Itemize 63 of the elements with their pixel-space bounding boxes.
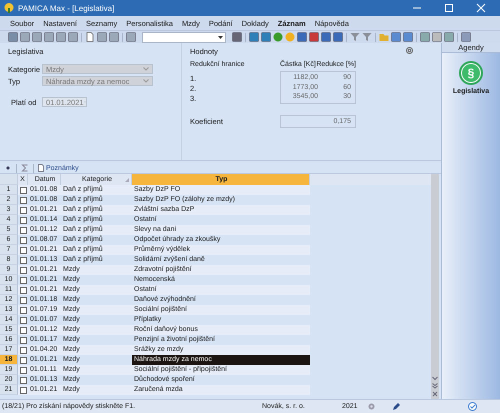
checkbox[interactable]	[20, 236, 26, 244]
checkbox[interactable]	[20, 246, 26, 254]
paragraph-icon: §	[459, 61, 483, 85]
toolbar-square-icon[interactable]	[97, 32, 107, 42]
toolbar-square-icon[interactable]	[420, 32, 430, 42]
toolbar-square-icon[interactable]	[403, 32, 413, 42]
toolbar-square-icon[interactable]	[261, 32, 271, 42]
toolbar-square-icon[interactable]	[297, 32, 307, 42]
toolbar-square-icon[interactable]	[232, 32, 242, 42]
toolbar-square-icon[interactable]	[432, 32, 442, 42]
double-chevron-icon[interactable]	[432, 383, 438, 389]
checkbox[interactable]	[20, 256, 26, 264]
page-icon	[38, 164, 44, 172]
chevron-down-icon[interactable]	[432, 376, 438, 381]
toolbar-square-icon[interactable]	[126, 32, 136, 42]
checkbox[interactable]	[20, 296, 26, 304]
toolbar-square-icon[interactable]	[109, 32, 119, 42]
checkbox[interactable]	[20, 226, 26, 234]
checkbox[interactable]	[20, 266, 26, 274]
toolbar-square-icon[interactable]	[461, 32, 471, 42]
toolbar-dropdown[interactable]	[142, 32, 226, 42]
toolbar-square-icon[interactable]	[32, 32, 42, 42]
checkbox[interactable]	[20, 316, 26, 324]
check-circle-icon[interactable]	[468, 402, 477, 411]
checkbox[interactable]	[20, 366, 26, 374]
checkbox[interactable]	[20, 186, 26, 194]
toolbar-square-icon[interactable]	[56, 32, 66, 42]
toolbar-square-icon[interactable]	[249, 32, 259, 42]
chevron-down-icon	[143, 79, 149, 83]
toolbar-square-icon[interactable]	[391, 32, 401, 42]
checkbox[interactable]	[20, 356, 26, 364]
tree-logo-icon	[4, 3, 14, 13]
sum-icon[interactable]	[21, 164, 29, 172]
toolbar-square-icon[interactable]	[68, 32, 78, 42]
scrollbar[interactable]	[431, 174, 439, 399]
checkbox[interactable]	[20, 216, 26, 224]
toolbar-square-icon[interactable]	[309, 32, 319, 42]
gear-icon[interactable]	[368, 403, 375, 410]
toolbar-square-icon[interactable]	[333, 32, 343, 42]
caret-icon	[218, 36, 223, 38]
checkbox[interactable]	[20, 276, 26, 284]
toolbar-square-icon[interactable]	[20, 32, 30, 42]
pen-icon[interactable]	[392, 402, 400, 410]
chevron-down-icon	[143, 67, 149, 71]
toolbar-square-icon[interactable]	[444, 32, 454, 42]
checkbox[interactable]	[20, 386, 26, 394]
checkbox[interactable]	[20, 376, 26, 384]
checkbox[interactable]	[20, 286, 26, 294]
checkbox[interactable]	[20, 196, 26, 204]
circle-icon[interactable]	[273, 32, 283, 42]
maximize-icon[interactable]	[444, 3, 454, 13]
checkbox[interactable]	[20, 346, 26, 354]
checkbox[interactable]	[20, 336, 26, 344]
checkbox[interactable]	[20, 206, 26, 214]
toolbar-square-icon[interactable]	[44, 32, 54, 42]
sort-icon	[125, 178, 129, 182]
close-icon[interactable]	[432, 391, 438, 397]
toolbar-square-icon[interactable]	[8, 32, 18, 42]
checkbox[interactable]	[20, 306, 26, 314]
window-title: PAMICA Max - [Legislativa]	[18, 4, 116, 12]
dot-icon[interactable]	[4, 164, 12, 172]
checkbox[interactable]	[20, 326, 26, 334]
toolbar-square-icon[interactable]	[321, 32, 331, 42]
